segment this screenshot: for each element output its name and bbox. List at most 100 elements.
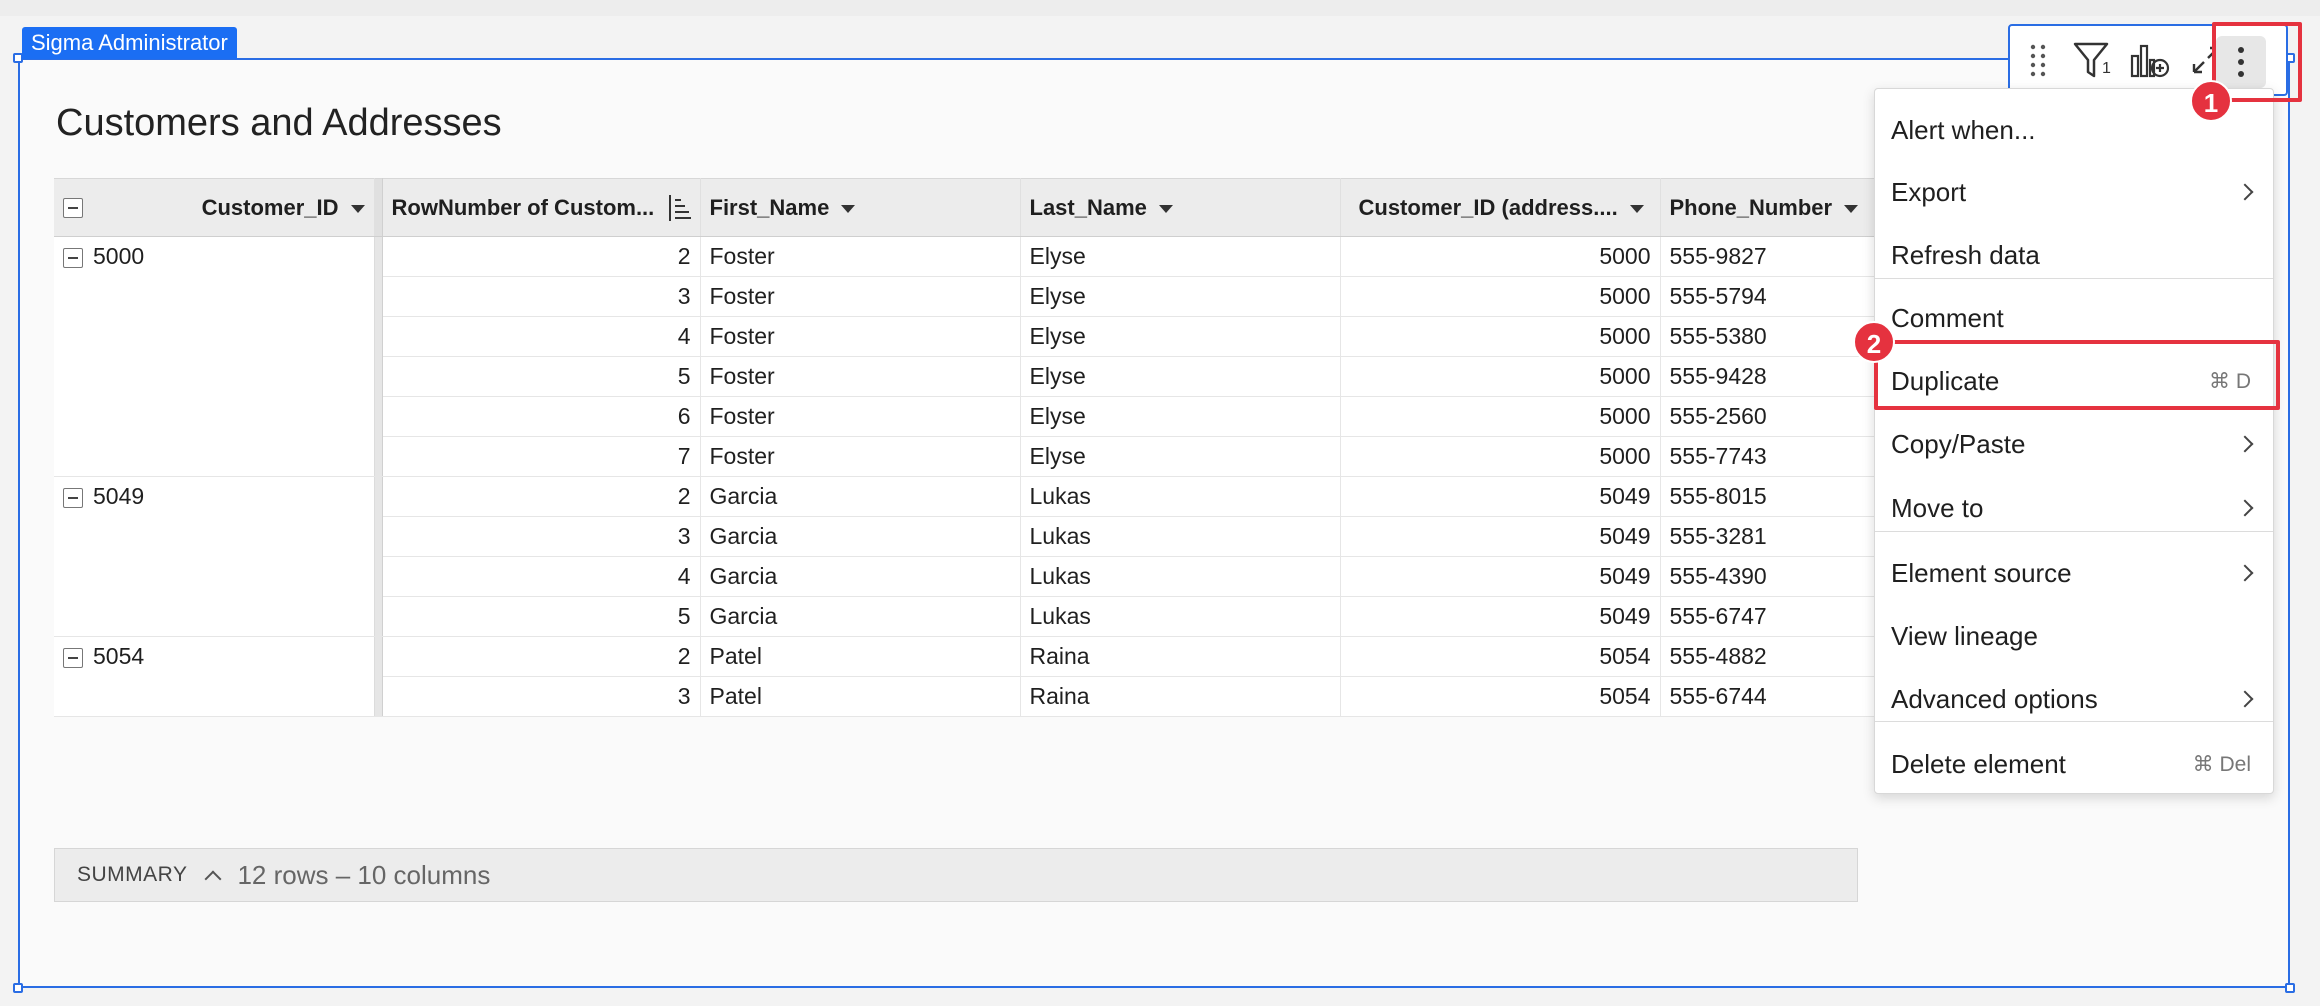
cell-row-number[interactable]: 6 bbox=[382, 396, 701, 437]
cell-customer-id-address[interactable]: 5054 bbox=[1340, 676, 1661, 717]
table-row[interactable]: 5000 2 Foster Elyse 5000 555-9827 bbox=[54, 236, 1895, 477]
cell-first-name[interactable]: Patel bbox=[700, 676, 1021, 717]
column-header-customer-id-address[interactable]: Customer_ID (address.... bbox=[1340, 178, 1661, 237]
cell-phone-number[interactable]: 555-6744 bbox=[1660, 676, 1895, 717]
cell-customer-id-address[interactable]: 5049 bbox=[1340, 476, 1661, 517]
summary-bar[interactable]: SUMMARY 12 rows – 10 columns bbox=[54, 848, 1858, 902]
cell-first-name[interactable]: Patel bbox=[700, 636, 1021, 677]
cell-phone-number[interactable]: 555-7743 bbox=[1660, 436, 1895, 477]
cell-last-name[interactable]: Raina bbox=[1020, 636, 1341, 677]
cell-first-name[interactable]: Foster bbox=[700, 436, 1021, 477]
menu-item-refresh-data[interactable]: Refresh data bbox=[1875, 226, 2273, 284]
cell-last-name[interactable]: Elyse bbox=[1020, 276, 1341, 317]
resize-handle-bottom-left[interactable] bbox=[13, 983, 23, 993]
menu-item-view-lineage[interactable]: View lineage bbox=[1875, 607, 2273, 665]
summary-label: SUMMARY bbox=[77, 863, 188, 886]
menu-item-copy-paste[interactable]: Copy/Paste bbox=[1875, 415, 2273, 473]
cell-last-name[interactable]: Elyse bbox=[1020, 236, 1341, 277]
cell-first-name[interactable]: Garcia bbox=[700, 596, 1021, 637]
collapse-group-icon[interactable] bbox=[63, 247, 83, 268]
menu-item-advanced-options[interactable]: Advanced options bbox=[1875, 670, 2273, 728]
cell-first-name[interactable]: Foster bbox=[700, 316, 1021, 357]
cell-customer-id-address[interactable]: 5049 bbox=[1340, 556, 1661, 597]
menu-item-move-to[interactable]: Move to bbox=[1875, 479, 2273, 537]
menu-item-element-source[interactable]: Element source bbox=[1875, 544, 2273, 602]
cell-phone-number[interactable]: 555-8015 bbox=[1660, 476, 1895, 517]
cell-last-name[interactable]: Lukas bbox=[1020, 476, 1341, 517]
cell-last-name[interactable]: Raina bbox=[1020, 676, 1341, 717]
cell-row-number[interactable]: 5 bbox=[382, 596, 701, 637]
cell-last-name[interactable]: Elyse bbox=[1020, 436, 1341, 477]
cell-customer-id-address[interactable]: 5000 bbox=[1340, 356, 1661, 397]
table-row[interactable]: 5054 2 Patel Raina 5054 555-4882 bbox=[54, 636, 1895, 717]
cell-customer-id-address[interactable]: 5000 bbox=[1340, 236, 1661, 277]
collapse-group-icon[interactable] bbox=[63, 647, 83, 668]
group-cell-customer-id[interactable]: 5054 bbox=[54, 636, 375, 717]
cell-first-name[interactable]: Foster bbox=[700, 236, 1021, 277]
cell-row-number[interactable]: 4 bbox=[382, 556, 701, 597]
drag-handle-icon[interactable] bbox=[2010, 30, 2066, 90]
cell-row-number[interactable]: 3 bbox=[382, 276, 701, 317]
cell-phone-number[interactable]: 555-9428 bbox=[1660, 356, 1895, 397]
cell-last-name[interactable]: Elyse bbox=[1020, 396, 1341, 437]
cell-phone-number[interactable]: 555-9827 bbox=[1660, 236, 1895, 277]
column-header-last-name[interactable]: Last_Name bbox=[1020, 178, 1341, 237]
cell-last-name[interactable]: Elyse bbox=[1020, 316, 1341, 357]
add-chart-icon[interactable] bbox=[2122, 30, 2178, 90]
cell-row-number[interactable]: 2 bbox=[382, 636, 701, 677]
cell-customer-id-address[interactable]: 5000 bbox=[1340, 276, 1661, 317]
cell-customer-id-address[interactable]: 5049 bbox=[1340, 596, 1661, 637]
collapse-all-icon[interactable] bbox=[63, 197, 83, 218]
cell-phone-number[interactable]: 555-6747 bbox=[1660, 596, 1895, 637]
column-menu-caret-icon[interactable] bbox=[1629, 204, 1644, 213]
column-menu-caret-icon[interactable] bbox=[841, 204, 856, 213]
table-row[interactable]: 5049 2 Garcia Lukas 5049 555-8015 bbox=[54, 476, 1895, 637]
menu-item-delete-element[interactable]: Delete element ⌘ Del bbox=[1875, 735, 2273, 793]
cell-last-name[interactable]: Lukas bbox=[1020, 596, 1341, 637]
filter-icon[interactable]: 1 bbox=[2066, 30, 2122, 90]
resize-handle-bottom-right[interactable] bbox=[2285, 983, 2295, 993]
cell-phone-number[interactable]: 555-4882 bbox=[1660, 636, 1895, 677]
column-menu-caret-icon[interactable] bbox=[1158, 204, 1173, 213]
cell-first-name[interactable]: Foster bbox=[700, 276, 1021, 317]
cell-row-number[interactable]: 3 bbox=[382, 516, 701, 557]
cell-phone-number[interactable]: 555-2560 bbox=[1660, 396, 1895, 437]
cell-customer-id-address[interactable]: 5000 bbox=[1340, 436, 1661, 477]
cell-first-name[interactable]: Foster bbox=[700, 396, 1021, 437]
cell-row-number[interactable]: 3 bbox=[382, 676, 701, 717]
column-header-phone-number[interactable]: Phone_Number bbox=[1660, 178, 1895, 237]
cell-phone-number[interactable]: 555-3281 bbox=[1660, 516, 1895, 557]
cell-first-name[interactable]: Garcia bbox=[700, 516, 1021, 557]
column-menu-caret-icon[interactable] bbox=[350, 204, 365, 213]
cell-first-name[interactable]: Garcia bbox=[700, 556, 1021, 597]
cell-customer-id-address[interactable]: 5054 bbox=[1340, 636, 1661, 677]
cell-row-number[interactable]: 2 bbox=[382, 236, 701, 277]
cell-row-number[interactable]: 5 bbox=[382, 356, 701, 397]
group-cell-customer-id[interactable]: 5049 bbox=[54, 476, 375, 637]
cell-last-name[interactable]: Lukas bbox=[1020, 556, 1341, 597]
cell-phone-number[interactable]: 555-5794 bbox=[1660, 276, 1895, 317]
cell-last-name[interactable]: Lukas bbox=[1020, 516, 1341, 557]
cell-customer-id-address[interactable]: 5000 bbox=[1340, 316, 1661, 357]
group-cell-customer-id[interactable]: 5000 bbox=[54, 236, 375, 477]
cell-first-name[interactable]: Foster bbox=[700, 356, 1021, 397]
cell-customer-id-address[interactable]: 5000 bbox=[1340, 396, 1661, 437]
chevron-up-icon[interactable] bbox=[204, 870, 222, 888]
cell-row-number[interactable]: 4 bbox=[382, 316, 701, 357]
element-title[interactable]: Customers and Addresses bbox=[56, 102, 502, 145]
cell-first-name[interactable]: Garcia bbox=[700, 476, 1021, 517]
cell-phone-number[interactable]: 555-4390 bbox=[1660, 556, 1895, 597]
menu-item-comment[interactable]: Comment bbox=[1875, 289, 2273, 347]
column-header-first-name[interactable]: First_Name bbox=[700, 178, 1021, 237]
cell-customer-id-address[interactable]: 5049 bbox=[1340, 516, 1661, 557]
collapse-group-icon[interactable] bbox=[63, 487, 83, 508]
cell-last-name[interactable]: Elyse bbox=[1020, 356, 1341, 397]
cell-row-number[interactable]: 7 bbox=[382, 436, 701, 477]
column-header-customer-id[interactable]: Customer_ID bbox=[54, 178, 375, 237]
menu-item-export[interactable]: Export bbox=[1875, 163, 2273, 221]
menu-item-label: Comment bbox=[1891, 302, 2004, 333]
column-menu-caret-icon[interactable] bbox=[1844, 204, 1859, 213]
cell-row-number[interactable]: 2 bbox=[382, 476, 701, 517]
sort-ascending-icon[interactable] bbox=[668, 194, 691, 221]
column-header-row-number[interactable]: RowNumber of Custom... bbox=[382, 178, 701, 237]
